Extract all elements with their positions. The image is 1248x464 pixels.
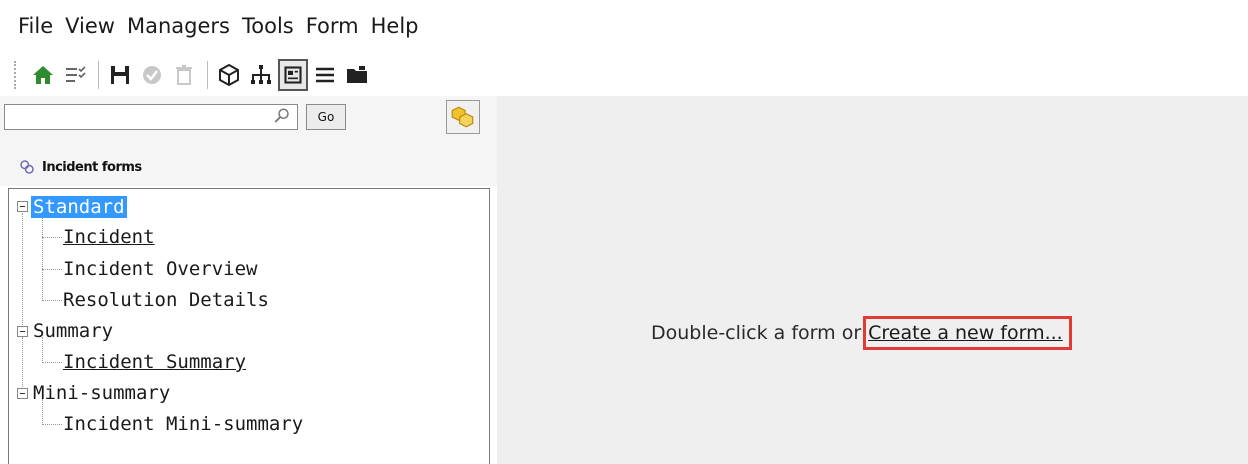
- tree-item-incident-mini-summary[interactable]: Incident Mini-summary: [63, 410, 303, 438]
- left-panel: Go Incident forms Standard Incident Inci…: [0, 96, 497, 464]
- menu-help[interactable]: Help: [371, 14, 419, 38]
- tree-connector: [42, 424, 62, 425]
- menu-bar: File View Managers Tools Form Help: [0, 0, 1248, 52]
- empty-state-hint: Double-click a form or Create a new form…: [651, 316, 1072, 350]
- tree-item-incident-overview[interactable]: Incident Overview: [63, 255, 257, 283]
- trash-icon[interactable]: [169, 59, 199, 91]
- toolbar-separator: [98, 61, 99, 89]
- tree-connector: [42, 362, 62, 363]
- toolbar-separator: [207, 61, 208, 89]
- list-icon[interactable]: [310, 59, 340, 91]
- search-row: Go: [0, 96, 497, 148]
- tree-group-summary[interactable]: Summary: [33, 317, 113, 345]
- menu-tools[interactable]: Tools: [242, 14, 294, 38]
- search-icon[interactable]: [273, 107, 291, 129]
- collapse-icon[interactable]: [17, 201, 28, 212]
- tree-connector: [42, 237, 62, 238]
- tree-item-incident-summary[interactable]: Incident Summary: [63, 348, 246, 376]
- tree-group-mini-summary[interactable]: Mini-summary: [33, 379, 170, 407]
- cubes-icon: [451, 106, 474, 128]
- home-icon[interactable]: [28, 59, 58, 91]
- tree-item-resolution-details[interactable]: Resolution Details: [63, 286, 269, 314]
- toolbar-grip[interactable]: [14, 61, 20, 89]
- tree-connector: [22, 337, 23, 389]
- tree-item-incident[interactable]: Incident: [63, 223, 155, 251]
- tree-connector: [42, 300, 62, 301]
- create-new-form-link[interactable]: Create a new form...: [863, 316, 1072, 350]
- menu-view[interactable]: View: [65, 14, 115, 38]
- tree-connector: [22, 213, 23, 327]
- tree-connector: [42, 213, 43, 301]
- save-icon[interactable]: [105, 59, 135, 91]
- hierarchy-icon[interactable]: [246, 59, 276, 91]
- menu-managers[interactable]: Managers: [127, 14, 230, 38]
- menu-file[interactable]: File: [18, 14, 53, 38]
- cube-icon[interactable]: [214, 59, 244, 91]
- cube-button[interactable]: [446, 100, 480, 134]
- forms-link-icon: [20, 160, 34, 174]
- form-view-icon[interactable]: [278, 59, 308, 91]
- main-panel: Double-click a form or Create a new form…: [497, 96, 1248, 464]
- go-button[interactable]: Go: [306, 104, 346, 130]
- search-input[interactable]: [4, 104, 298, 130]
- menu-form[interactable]: Form: [306, 14, 359, 38]
- forms-tree: Standard Incident Incident Overview Reso…: [8, 188, 490, 464]
- collapse-icon[interactable]: [17, 326, 28, 337]
- collapse-icon[interactable]: [17, 388, 28, 399]
- tree-group-standard[interactable]: Standard: [31, 193, 127, 221]
- tree-connector: [42, 269, 62, 270]
- folder-icon[interactable]: [342, 59, 372, 91]
- forms-header: Incident forms: [0, 148, 497, 186]
- hint-text: Double-click a form or: [651, 322, 862, 344]
- checklist-icon[interactable]: [60, 59, 90, 91]
- check-circle-icon[interactable]: [137, 59, 167, 91]
- toolbar: [14, 56, 374, 94]
- forms-title: Incident forms: [42, 159, 142, 175]
